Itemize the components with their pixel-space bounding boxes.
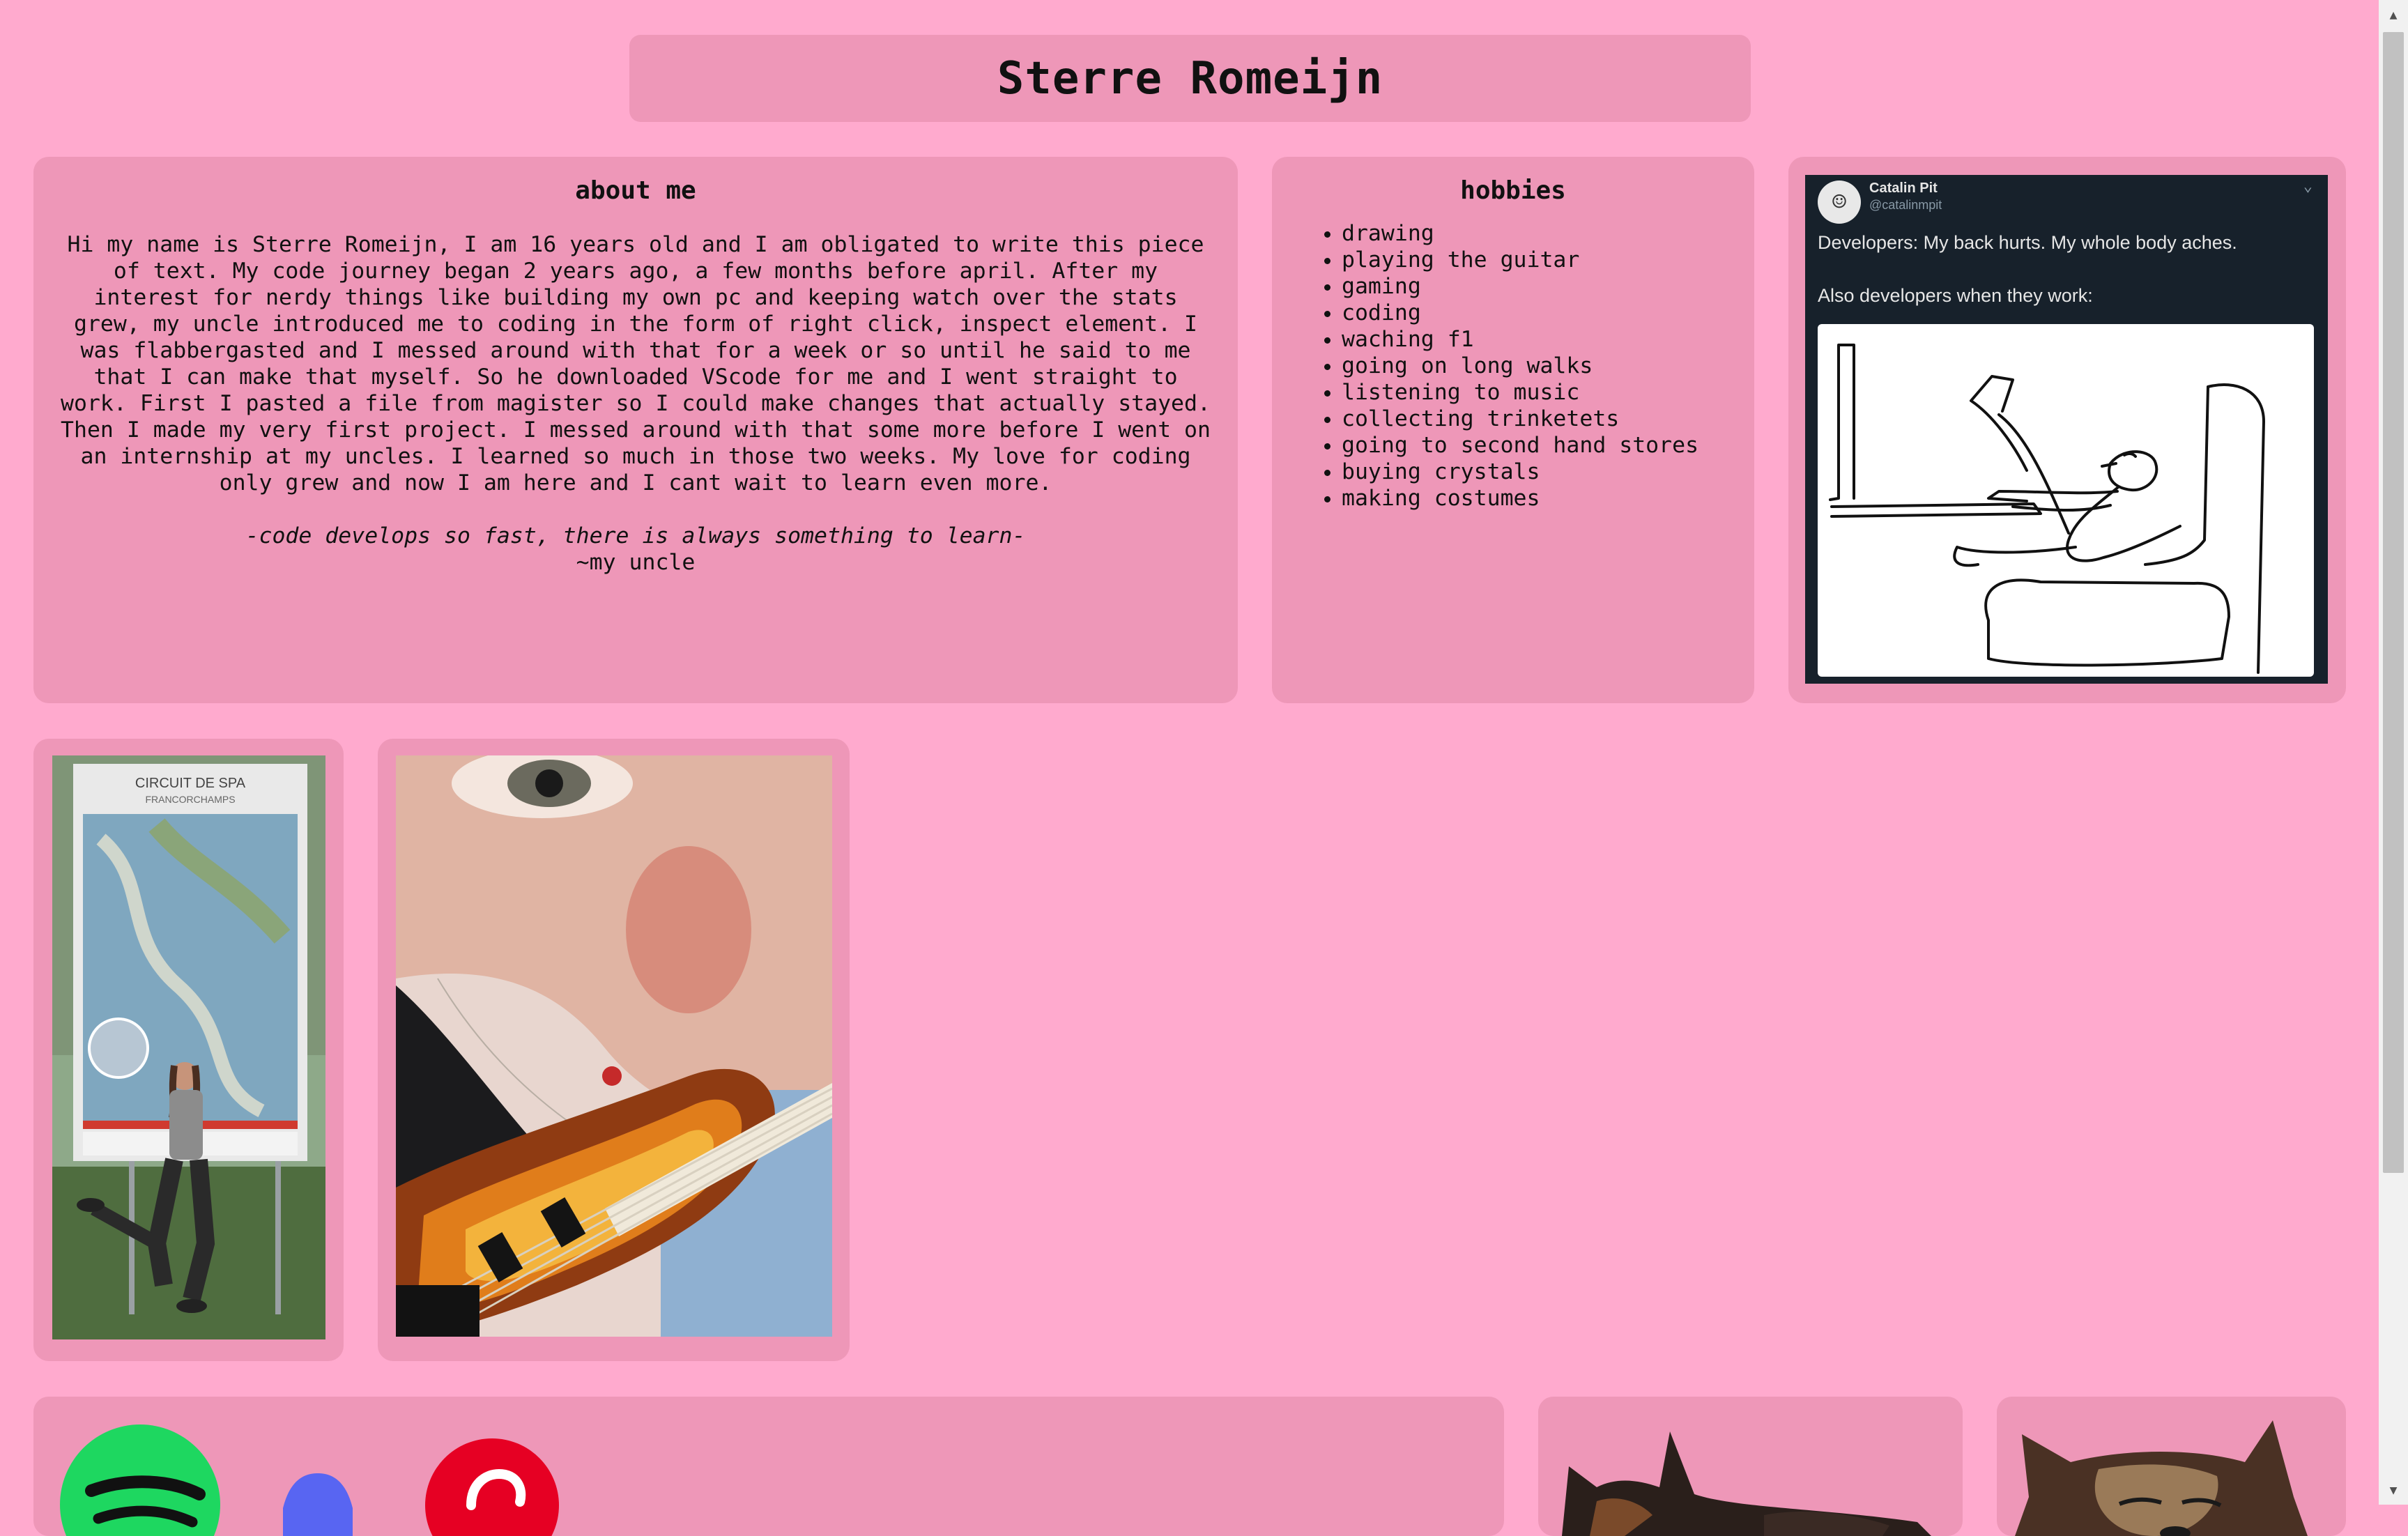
hobby-item: buying crystals — [1342, 459, 1733, 485]
scroll-up-arrow-icon[interactable]: ▲ — [2379, 0, 2408, 29]
tweet-text-line2: Also developers when they work: — [1818, 285, 2093, 306]
about-quote: -code develops so fast, there is always … — [245, 523, 1026, 548]
circuit-sign-title: CIRCUIT DE SPA — [135, 776, 246, 791]
guitar-photo — [396, 755, 832, 1337]
meme-card: ☺ Catalin Pit @catalinmpit ⌄ Developers:… — [1788, 157, 2346, 703]
pinterest-icon[interactable] — [422, 1436, 562, 1536]
hobby-item: collecting trinketets — [1342, 406, 1733, 432]
circuit-sign-subtitle: FRANCORCHAMPS — [145, 794, 235, 805]
hobby-item: going on long walks — [1342, 353, 1733, 379]
hobbies-list: drawing playing the guitar gaming coding… — [1293, 220, 1733, 512]
photo-card-guitar — [378, 739, 850, 1361]
cat-photo-card-1 — [1538, 1397, 1963, 1536]
social-links-section — [33, 1397, 1504, 1536]
about-section: about me Hi my name is Sterre Romeijn, I… — [33, 157, 1238, 703]
vertical-scrollbar[interactable]: ▲ ▼ — [2379, 0, 2408, 1505]
meme-drawing — [1818, 324, 2314, 677]
hobby-item: listening to music — [1342, 379, 1733, 406]
hobby-item: playing the guitar — [1342, 247, 1733, 273]
about-text: Hi my name is Sterre Romeijn, I am 16 ye… — [61, 232, 1211, 496]
tweet-avatar: ☺ — [1818, 181, 1861, 224]
hobby-item: drawing — [1342, 220, 1733, 247]
discord-icon[interactable] — [269, 1466, 367, 1536]
scroll-down-arrow-icon[interactable]: ▼ — [2379, 1475, 2408, 1505]
cat-photo-card-2 — [1997, 1397, 2346, 1536]
chevron-down-icon: ⌄ — [2303, 178, 2313, 195]
hobby-item: coding — [1342, 300, 1733, 326]
hobby-item: going to second hand stores — [1342, 432, 1733, 459]
scrollbar-thumb[interactable] — [2383, 32, 2404, 1173]
about-heading: about me — [575, 176, 696, 205]
circuit-photo: CIRCUIT DE SPA FRANCORCHAMPS — [52, 755, 325, 1339]
spotify-icon[interactable] — [60, 1424, 220, 1536]
meme-tweet-image: ☺ Catalin Pit @catalinmpit ⌄ Developers:… — [1805, 175, 2328, 684]
tweet-text-line1: Developers: My back hurts. My whole body… — [1818, 232, 2237, 253]
about-quote-author: ~my uncle — [576, 550, 696, 575]
hobby-item: making costumes — [1342, 485, 1733, 512]
hobbies-section: hobbies drawing playing the guitar gamin… — [1272, 157, 1754, 703]
hobby-item: waching f1 — [1342, 326, 1733, 353]
cat-photo-2 — [2015, 1420, 2308, 1536]
cat-photo-1 — [1562, 1431, 1931, 1536]
page-title: Sterre Romeijn — [997, 52, 1383, 105]
tweet-author-name: Catalin Pit — [1869, 181, 1938, 196]
stick-figure-drawing — [1829, 344, 2265, 674]
photo-card-circuit: CIRCUIT DE SPA FRANCORCHAMPS — [33, 739, 344, 1361]
hobbies-heading: hobbies — [1460, 176, 1566, 205]
tweet-author-handle: @catalinmpit — [1869, 198, 1942, 212]
title-box: Sterre Romeijn — [629, 35, 1751, 122]
hobby-item: gaming — [1342, 273, 1733, 300]
